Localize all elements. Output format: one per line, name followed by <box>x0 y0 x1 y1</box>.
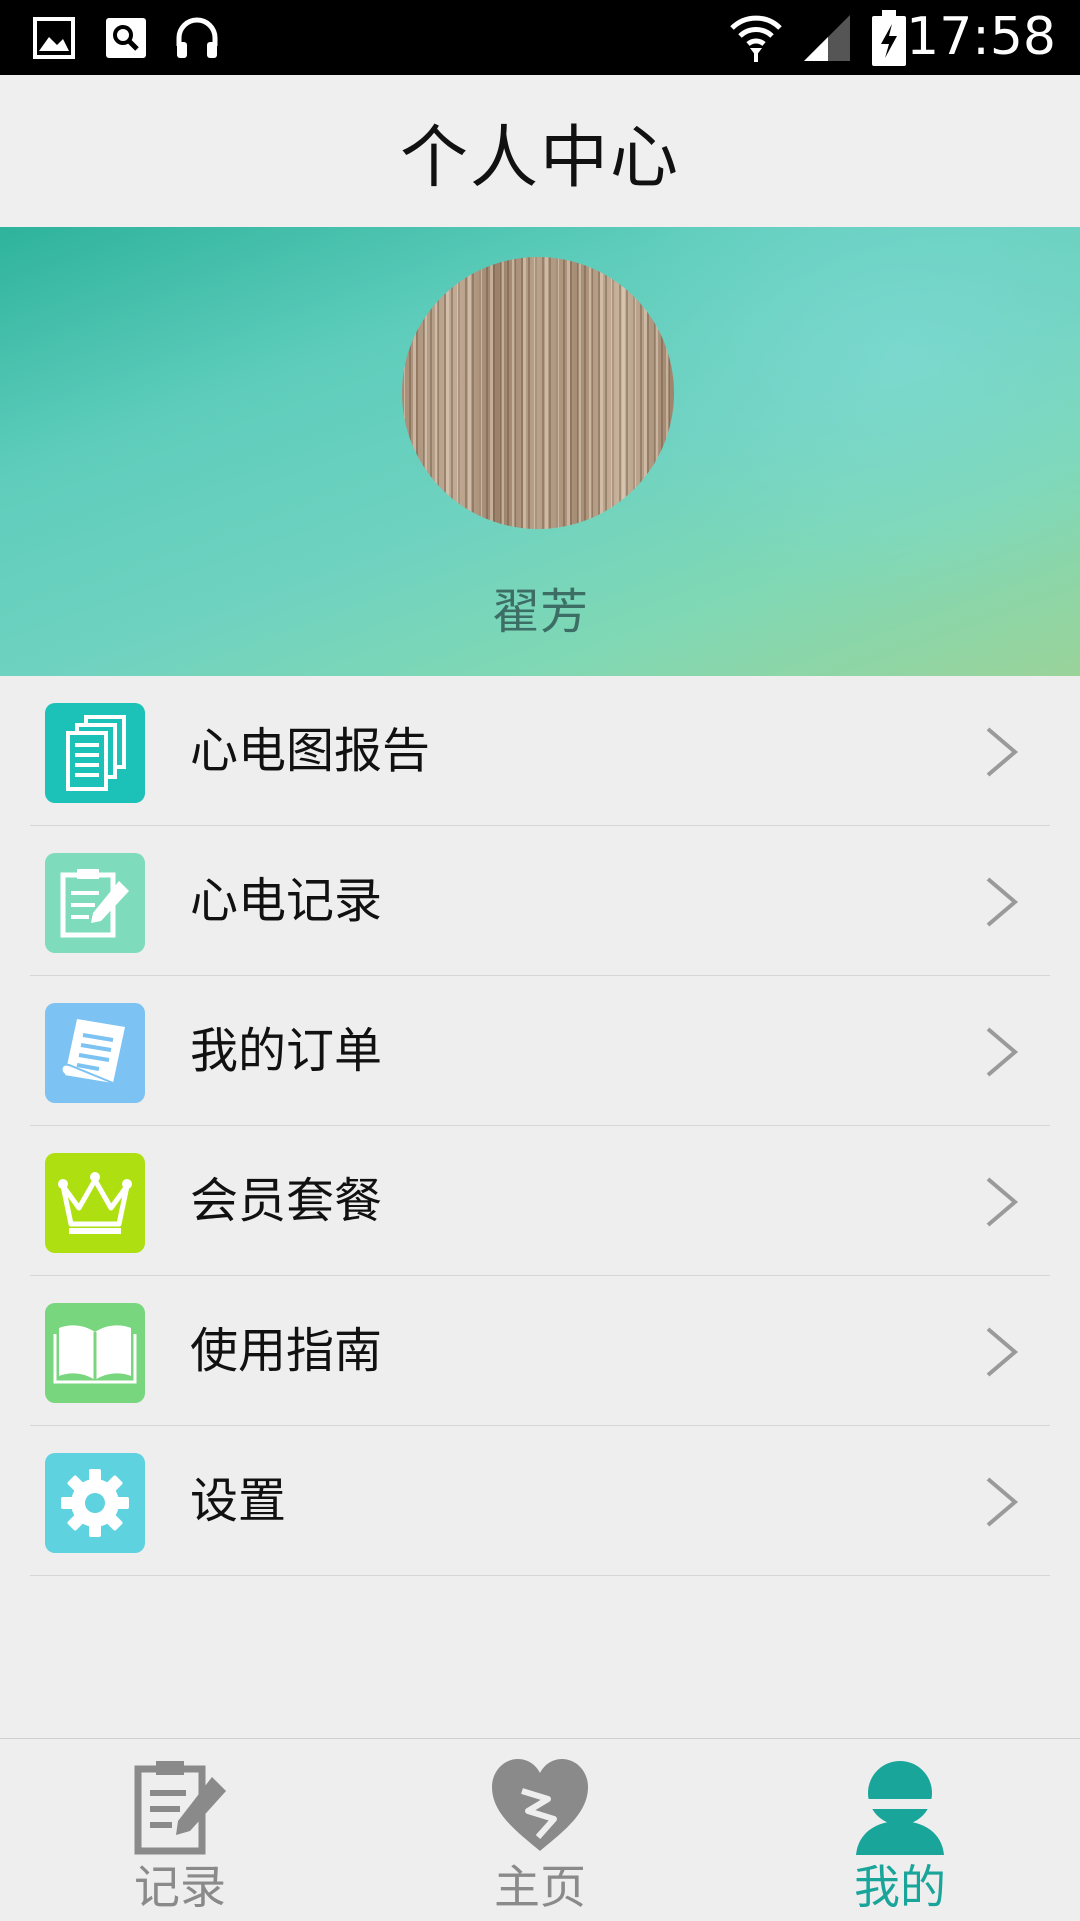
user-icon <box>856 1761 944 1855</box>
search-app-icon <box>104 0 148 75</box>
menu-item-user-guide[interactable]: 使用指南 <box>30 1276 1050 1426</box>
headphones-icon <box>174 0 220 75</box>
avatar[interactable] <box>402 257 674 529</box>
signal-icon <box>802 0 852 75</box>
tab-label: 主页 <box>494 1860 586 1914</box>
battery-charging-icon <box>872 0 906 75</box>
menu-item-membership[interactable]: 会员套餐 <box>30 1126 1050 1276</box>
documents-icon <box>45 703 145 803</box>
chevron-right-icon <box>986 1327 1019 1377</box>
gallery-icon <box>33 0 75 75</box>
tab-records[interactable]: 记录 <box>0 1739 360 1921</box>
menu-item-label: 心电图报告 <box>190 723 431 779</box>
menu-item-ecg-report[interactable]: 心电图报告 <box>30 676 1050 826</box>
menu-item-label: 会员套餐 <box>190 1173 383 1229</box>
clipboard-edit-icon <box>45 853 145 953</box>
profile-header: 翟芳 <box>0 227 1080 676</box>
page-title: 个人中心 <box>399 118 680 198</box>
user-name: 翟芳 <box>491 584 588 640</box>
clock-time: 17:58 <box>906 7 1056 67</box>
wifi-icon <box>728 0 784 75</box>
chevron-right-icon <box>986 1177 1019 1227</box>
title-bar: 个人中心 <box>0 75 1080 228</box>
menu-item-ecg-record[interactable]: 心电记录 <box>30 826 1050 976</box>
menu-item-label: 我的订单 <box>190 1023 383 1079</box>
status-bar: 17:58 <box>0 0 1080 75</box>
menu-list: 心电图报告 心电记录 我的订单 会员套餐 使用指南 设置 <box>0 676 1080 1576</box>
gear-icon <box>45 1453 145 1553</box>
tab-mine[interactable]: 我的 <box>720 1739 1080 1921</box>
chevron-right-icon <box>986 727 1019 777</box>
chevron-right-icon <box>986 1477 1019 1527</box>
tab-home[interactable]: 主页 <box>360 1739 720 1921</box>
tab-label: 记录 <box>134 1860 226 1914</box>
book-icon <box>45 1303 145 1403</box>
menu-item-settings[interactable]: 设置 <box>30 1426 1050 1576</box>
bottom-tab-bar: 记录 主页 我的 <box>0 1738 1080 1921</box>
tab-label: 我的 <box>854 1860 946 1914</box>
menu-item-label: 使用指南 <box>190 1323 383 1379</box>
crown-icon <box>45 1153 145 1253</box>
broken-heart-icon <box>492 1759 588 1851</box>
chevron-right-icon <box>986 877 1019 927</box>
clipboard-edit-icon <box>134 1761 226 1855</box>
menu-item-label: 设置 <box>190 1473 287 1529</box>
chevron-right-icon <box>986 1027 1019 1077</box>
receipt-icon <box>45 1003 145 1103</box>
menu-item-my-orders[interactable]: 我的订单 <box>30 976 1050 1126</box>
menu-item-label: 心电记录 <box>190 873 383 929</box>
